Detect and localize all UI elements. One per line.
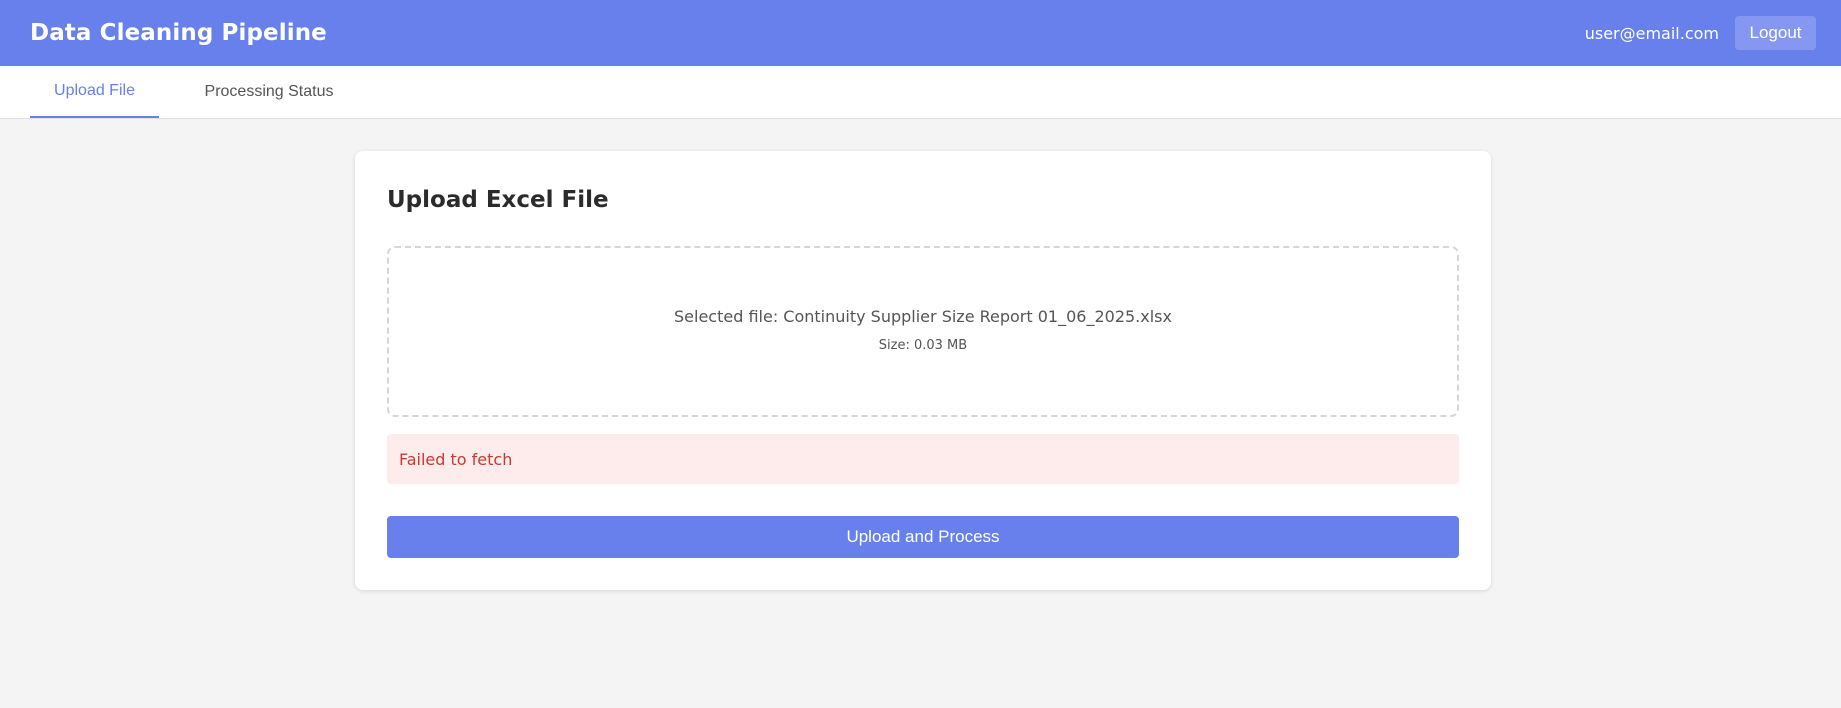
upload-card-title: Upload Excel File bbox=[387, 187, 609, 213]
logout-button[interactable]: Logout bbox=[1735, 16, 1816, 50]
selected-file-name: Selected file: Continuity Supplier Size … bbox=[674, 306, 1172, 326]
header-user-area: user@email.com Logout bbox=[1585, 16, 1816, 50]
error-alert: Failed to fetch bbox=[387, 434, 1459, 484]
tab-upload-file[interactable]: Upload File bbox=[30, 66, 159, 118]
user-email: user@email.com bbox=[1584, 23, 1719, 43]
app-title: Data Cleaning Pipeline bbox=[30, 20, 327, 46]
tab-processing-status[interactable]: Processing Status bbox=[159, 66, 367, 118]
app-header: Data Cleaning Pipeline user@email.com Lo… bbox=[0, 0, 1841, 66]
upload-card: Upload Excel File Selected file: Continu… bbox=[355, 151, 1491, 590]
selected-file-size: Size: 0.03 MB bbox=[878, 337, 968, 353]
error-message: Failed to fetch bbox=[399, 449, 513, 469]
file-drop-zone[interactable]: Selected file: Continuity Supplier Size … bbox=[387, 246, 1459, 417]
tab-bar: Upload File Processing Status bbox=[0, 66, 1841, 119]
upload-and-process-button[interactable]: Upload and Process bbox=[387, 516, 1459, 558]
